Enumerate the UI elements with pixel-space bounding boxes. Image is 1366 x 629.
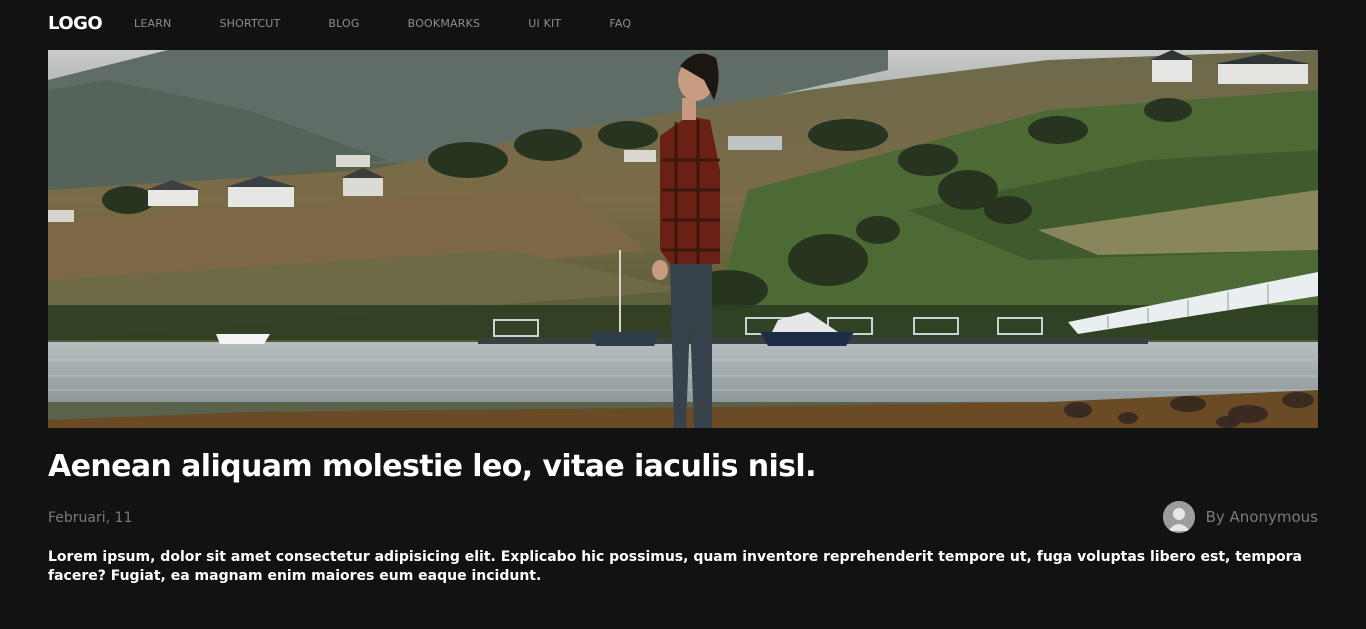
post-excerpt: Lorem ipsum, dolor sit amet consectetur … <box>48 549 1302 584</box>
nav-link-blog[interactable]: BLOG <box>328 17 359 31</box>
nav-item-faq: FAQ <box>609 17 679 31</box>
nav-link-faq[interactable]: FAQ <box>609 17 631 31</box>
nav-link-bookmarks[interactable]: BOOKMARKS <box>408 17 481 31</box>
landscape-photo <box>48 50 1318 428</box>
nav-link-ui-kit[interactable]: UI KIT <box>528 17 561 31</box>
nav-link-shortcut[interactable]: SHORTCUT <box>219 17 280 31</box>
nav-item-learn: LEARN <box>134 17 219 31</box>
top-navigation: LOGO LEARN SHORTCUT BLOG BOOKMARKS UI KI… <box>0 0 1366 50</box>
nav-item-blog: BLOG <box>328 17 407 31</box>
post-date: Februari, 11 <box>48 510 133 526</box>
nav-item-shortcut: SHORTCUT <box>219 17 328 31</box>
post-author[interactable]: By Anonymous <box>1162 501 1318 533</box>
post-title: Aenean aliquam molestie leo, vitae iacul… <box>48 449 816 484</box>
site-logo[interactable]: LOGO <box>48 12 103 36</box>
nav-item-ui-kit: UI KIT <box>528 17 609 31</box>
author-name: By Anonymous <box>1205 508 1318 526</box>
nav-item-bookmarks: BOOKMARKS <box>408 17 529 31</box>
hero-image <box>48 50 1318 428</box>
nav-menu: LEARN SHORTCUT BLOG BOOKMARKS UI KIT FAQ <box>134 17 679 31</box>
user-avatar-icon <box>1162 501 1195 533</box>
nav-link-learn[interactable]: LEARN <box>134 17 171 31</box>
